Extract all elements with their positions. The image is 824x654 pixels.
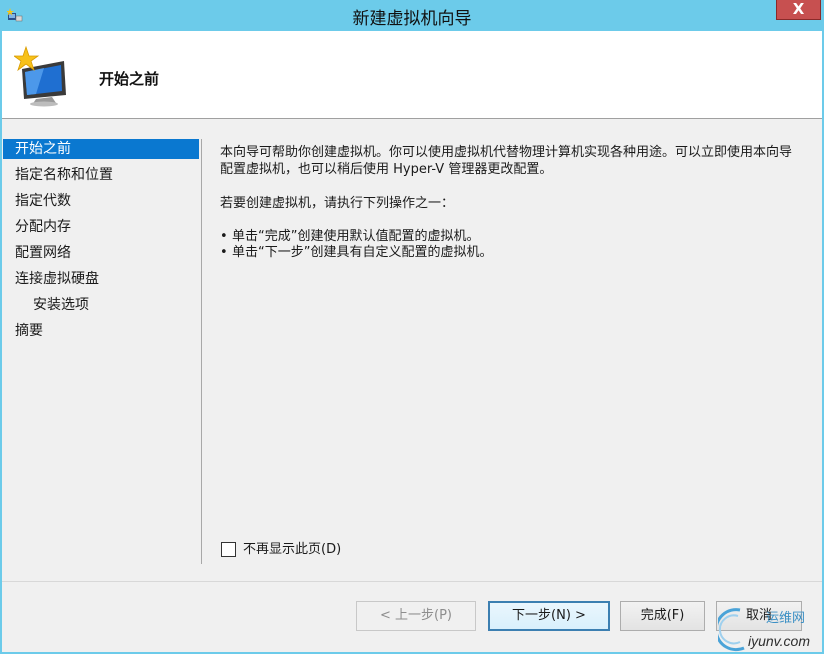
finish-button[interactable]: 完成(F) — [620, 601, 705, 631]
nav-step-item[interactable]: 指定代数 — [3, 191, 199, 211]
list-item: 单击“下一步”创建具有自定义配置的虚拟机。 — [220, 245, 804, 261]
footer-divider — [2, 581, 822, 582]
wizard-header: 开始之前 — [2, 31, 822, 119]
nav-step-item[interactable]: 配置网络 — [3, 243, 199, 263]
nav-step-item[interactable]: 连接虚拟硬盘 — [3, 269, 199, 289]
instruction-text: 若要创建虚拟机，请执行下列操作之一： — [220, 196, 455, 211]
dont-show-again-checkbox[interactable] — [221, 542, 236, 557]
window-title: 新建虚拟机向导 — [352, 9, 472, 29]
nav-step-item[interactable]: 开始之前 — [3, 139, 199, 159]
close-icon: X — [792, 0, 805, 18]
option-list: 单击“完成”创建使用默认值配置的虚拟机。 单击“下一步”创建具有自定义配置的虚拟… — [220, 229, 804, 261]
wizard-steps-nav: 开始之前指定名称和位置 指定代数分配内存配置网络连接虚拟硬盘 安装选项摘要 — [2, 139, 202, 564]
checkbox-label[interactable]: 不再显示此页(D) — [243, 541, 341, 558]
list-item: 单击“完成”创建使用默认值配置的虚拟机。 — [220, 229, 804, 245]
nav-step-item[interactable]: 指定名称和位置 — [3, 165, 199, 185]
cancel-button[interactable]: 取消 — [716, 601, 802, 631]
close-button[interactable]: X — [776, 0, 821, 20]
page-title: 开始之前 — [99, 70, 160, 88]
nav-step-item[interactable]: 摘要 — [3, 321, 199, 341]
next-button[interactable]: 下一步(N) > — [488, 601, 610, 631]
wizard-client-area: 开始之前 开始之前指定名称和位置 指定代数分配内存配置网络连接虚拟硬盘 安装选项摘要… — [2, 31, 822, 652]
wizard-window: 新建虚拟机向导 X 开始之前 开始之前指定名称和位置 指定代数分配内存配置网络连接… — [0, 0, 824, 654]
monitor-star-icon — [14, 45, 66, 107]
title-bar[interactable]: 新建虚拟机向导 X — [0, 0, 824, 31]
content-area: 本向导可帮助你创建虚拟机。你可以使用虚拟机代替物理计算机实现各种用途。可以立即使… — [220, 144, 804, 261]
intro-text: 本向导可帮助你创建虚拟机。你可以使用虚拟机代替物理计算机实现各种用途。可以立即使… — [220, 145, 793, 177]
nav-step-item[interactable]: 分配内存 — [3, 217, 199, 237]
previous-button[interactable]: < 上一步(P) — [356, 601, 476, 631]
nav-step-item[interactable]: 安装选项 — [3, 295, 199, 315]
